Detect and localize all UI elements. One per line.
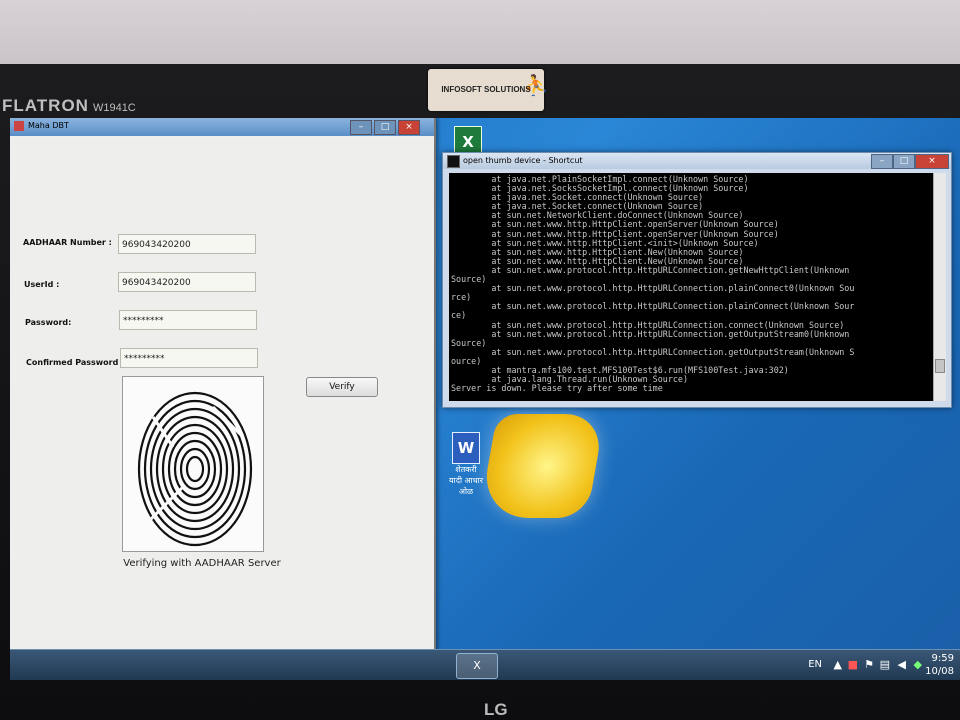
monitor-model: W1941C <box>92 102 136 114</box>
console-window: open thumb device - Shortcut – □ × at ja… <box>442 152 952 408</box>
minimize-button[interactable]: – <box>350 120 372 135</box>
console-maximize-button[interactable]: □ <box>893 154 915 169</box>
excel-icon: X <box>473 659 481 672</box>
wall-background <box>0 0 960 72</box>
clock-time: 9:59 <box>931 653 954 664</box>
password-label: Password: <box>25 318 72 327</box>
vendor-sticker-text: INFOSOFT SOLUTIONS <box>441 85 531 94</box>
update-icon[interactable]: ◆ <box>914 658 922 671</box>
console-title: open thumb device - Shortcut <box>463 156 583 165</box>
taskbar: X EN ▲ ■ ⚑ ▤ ◀ ◆ 9:59 10/08 <box>10 649 960 680</box>
taskbar-excel-button[interactable]: X <box>456 653 498 679</box>
tray-arrow-icon[interactable]: ▲ <box>834 658 842 671</box>
confirm-password-label: Confirmed Password <box>26 358 119 367</box>
word-icon: W <box>452 432 480 464</box>
app-icon <box>14 121 24 131</box>
screen: X W शेतकरी यादी आधार ओळ Maha DBT – □ × A… <box>10 118 960 680</box>
fingerprint-image <box>122 376 264 552</box>
monitor-brand: FLATRON W1941C <box>2 96 136 116</box>
desktop-word-label: शेतकरी यादी आधार ओळ <box>448 465 483 496</box>
close-button[interactable]: × <box>398 120 420 135</box>
maha-dbt-titlebar[interactable]: Maha DBT – □ × <box>10 118 434 136</box>
console-titlebar[interactable]: open thumb device - Shortcut – □ × <box>443 153 951 169</box>
network-icon[interactable]: ▤ <box>880 658 890 671</box>
maha-dbt-form: AADHAAR Number : 969043420200 UserId : 9… <box>10 138 434 680</box>
verify-button[interactable]: Verify <box>306 377 378 397</box>
maker-logo: LG <box>484 700 508 719</box>
desktop-word-shortcut[interactable]: W शेतकरी यादी आधार ओळ <box>448 432 484 497</box>
windows-logo-wallpaper <box>478 414 606 518</box>
clock-date: 10/08 <box>925 666 954 677</box>
confirm-password-field[interactable]: ********* <box>120 348 258 368</box>
console-scroll-thumb[interactable] <box>935 359 945 373</box>
verification-status: Verifying with AADHAAR Server <box>123 558 281 569</box>
userid-field[interactable]: 969043420200 <box>118 272 256 292</box>
volume-icon[interactable]: ◀ <box>898 658 906 671</box>
console-icon <box>447 155 460 168</box>
clock[interactable]: 9:59 10/08 <box>925 652 954 678</box>
console-minimize-button[interactable]: – <box>871 154 893 169</box>
console-text: at java.net.PlainSocketImpl.connect(Unkn… <box>451 174 855 394</box>
aadhaar-number-label: AADHAAR Number : <box>23 238 112 247</box>
maha-dbt-title: Maha DBT <box>28 121 69 130</box>
language-indicator[interactable]: EN <box>808 659 822 670</box>
userid-label: UserId : <box>24 280 60 289</box>
maximize-button[interactable]: □ <box>374 120 396 135</box>
flag-icon[interactable]: ⚑ <box>864 658 874 671</box>
console-close-button[interactable]: × <box>915 154 949 169</box>
console-scrollbar[interactable] <box>933 173 946 401</box>
maha-dbt-window: Maha DBT – □ × AADHAAR Number : 96904342… <box>10 118 436 680</box>
vendor-sticker: ⛹ INFOSOFT SOLUTIONS <box>428 69 548 111</box>
security-icon[interactable]: ■ <box>848 658 858 671</box>
aadhaar-number-field[interactable]: 969043420200 <box>118 234 256 254</box>
fingerprint-icon <box>137 391 253 547</box>
monitor-brand-name: FLATRON <box>2 96 89 115</box>
console-output[interactable]: at java.net.PlainSocketImpl.connect(Unkn… <box>449 173 933 401</box>
password-field[interactable]: ********* <box>119 310 257 330</box>
